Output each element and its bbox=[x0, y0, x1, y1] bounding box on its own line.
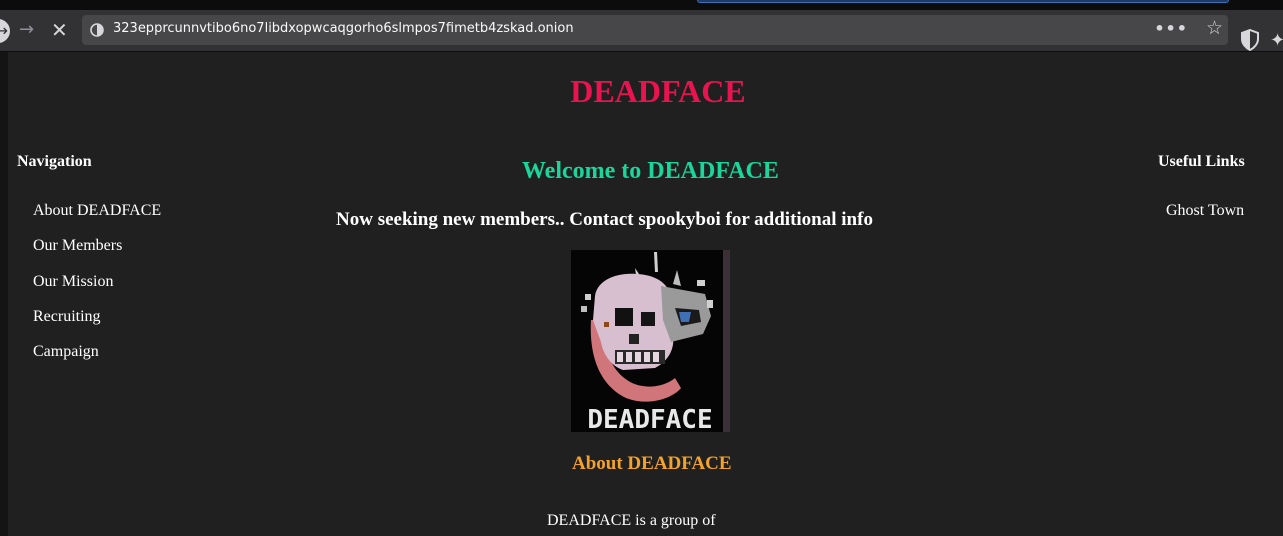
sidebar-edge bbox=[0, 52, 8, 536]
nav-link-about[interactable]: About DEADFACE bbox=[33, 202, 161, 219]
nav-link-members[interactable]: Our Members bbox=[33, 237, 122, 254]
stop-icon[interactable]: ✕ bbox=[51, 20, 68, 40]
page-content: DEADFACE Navigation About DEADFACE Our M… bbox=[8, 52, 1283, 536]
url-text[interactable]: 323epprcunnvtibo6no7libdxopwcaqgorho6slm… bbox=[113, 21, 574, 36]
back-icon[interactable]: → bbox=[0, 19, 10, 43]
nav-item-mission: Our Mission bbox=[33, 273, 161, 308]
welcome-heading: Welcome to DEADFACE bbox=[522, 158, 779, 184]
active-tab-edge[interactable] bbox=[697, 0, 1229, 3]
navigation-list: About DEADFACE Our Members Our Mission R… bbox=[33, 202, 161, 378]
nav-item-about: About DEADFACE bbox=[33, 202, 161, 237]
recruitment-notice: Now seeking new members.. Contact spooky… bbox=[336, 209, 873, 230]
url-bar[interactable]: 323epprcunnvtibo6no7libdxopwcaqgorho6slm… bbox=[82, 15, 1228, 45]
forward-icon[interactable]: → bbox=[19, 20, 34, 40]
nav-item-campaign: Campaign bbox=[33, 343, 161, 378]
about-paragraph: DEADFACE is a group of bbox=[547, 512, 716, 529]
link-ghost-town[interactable]: Ghost Town bbox=[1166, 202, 1244, 219]
bookmark-star-icon[interactable]: ☆ bbox=[1206, 17, 1223, 39]
nav-link-mission[interactable]: Our Mission bbox=[33, 273, 113, 290]
extension-icon[interactable]: ✦ bbox=[1270, 30, 1283, 51]
nav-link-recruiting[interactable]: Recruiting bbox=[33, 308, 101, 325]
navigation-heading: Navigation bbox=[17, 153, 92, 170]
nav-link-campaign[interactable]: Campaign bbox=[33, 343, 99, 360]
nav-item-recruiting: Recruiting bbox=[33, 308, 161, 343]
useful-links-list: Ghost Town bbox=[1166, 202, 1244, 220]
page-actions-icon[interactable]: ••• bbox=[1154, 19, 1188, 38]
svg-text:DEADFACE: DEADFACE bbox=[587, 405, 712, 432]
shield-icon[interactable] bbox=[1240, 29, 1260, 51]
useful-links-heading: Useful Links bbox=[1158, 153, 1245, 170]
about-heading: About DEADFACE bbox=[572, 453, 732, 474]
browser-toolbar: → → ✕ 323epprcunnvtibo6no7libdxopwcaqgor… bbox=[0, 10, 1283, 52]
site-title: DEADFACE bbox=[570, 73, 746, 109]
site-info-icon[interactable] bbox=[90, 23, 104, 37]
nav-item-members: Our Members bbox=[33, 237, 161, 272]
deadface-skull-logo: DEADFACE bbox=[571, 250, 730, 432]
